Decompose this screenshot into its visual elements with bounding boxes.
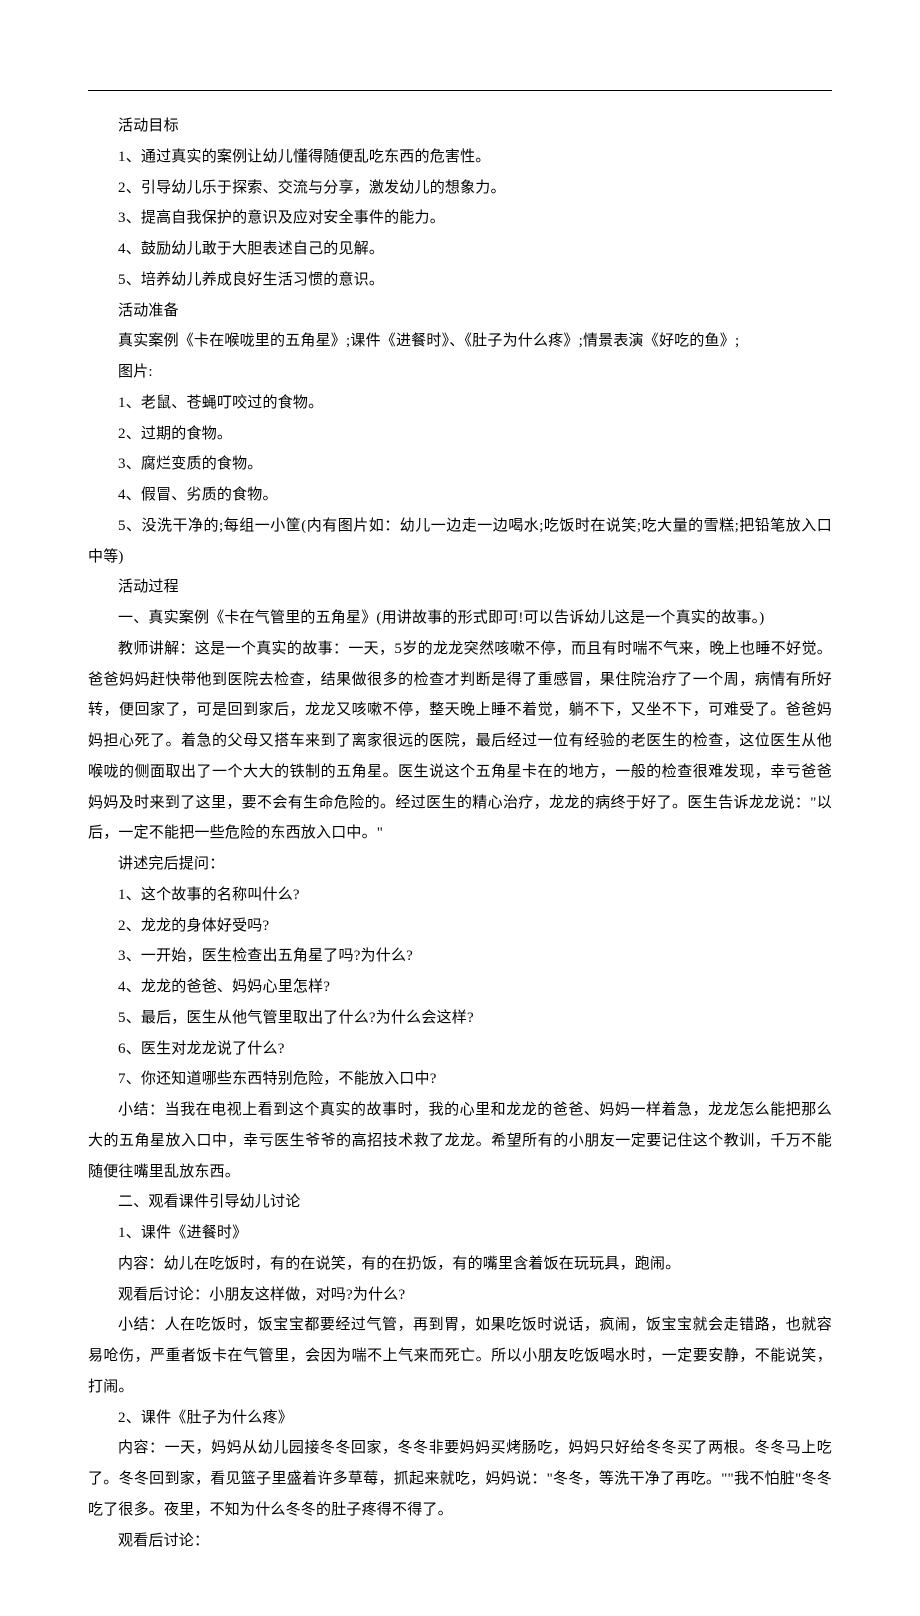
paragraph: 5、没洗干净的;每组一小筐(内有图片如：幼儿一边走一边喝水;吃饭时在说笑;吃大量… <box>88 511 832 573</box>
paragraph: 1、老鼠、苍蝇叮咬过的食物。 <box>88 388 832 419</box>
paragraph: 图片: <box>88 357 832 388</box>
paragraph: 真实案例《卡在喉咙里的五角星》;课件《进餐时》、《肚子为什么疼》;情景表演《好吃… <box>88 326 832 357</box>
paragraph: 1、课件《进餐时》 <box>88 1218 832 1249</box>
paragraph: 2、引导幼儿乐于探索、交流与分享，激发幼儿的想象力。 <box>88 173 832 204</box>
paragraph: 观看后讨论： <box>88 1526 832 1557</box>
paragraph: 4、假冒、劣质的食物。 <box>88 480 832 511</box>
paragraph: 讲述完后提问： <box>88 849 832 880</box>
paragraph: 7、你还知道哪些东西特别危险，不能放入口中? <box>88 1064 832 1095</box>
paragraph: 2、过期的食物。 <box>88 419 832 450</box>
paragraph: 一、真实案例《卡在气管里的五角星》(用讲故事的形式即可!可以告诉幼儿这是一个真实… <box>88 603 832 634</box>
paragraph: 活动准备 <box>88 296 832 327</box>
paragraph: 观看后讨论：小朋友这样做，对吗?为什么? <box>88 1280 832 1311</box>
paragraph: 活动过程 <box>88 572 832 603</box>
paragraph: 5、培养幼儿养成良好生活习惯的意识。 <box>88 265 832 296</box>
paragraph: 小结：当我在电视上看到这个真实的故事时，我的心里和龙龙的爸爸、妈妈一样着急，龙龙… <box>88 1095 832 1187</box>
paragraph: 内容：幼儿在吃饭时，有的在说笑，有的在扔饭，有的嘴里含着饭在玩玩具，跑闹。 <box>88 1249 832 1280</box>
paragraph: 2、龙龙的身体好受吗? <box>88 911 832 942</box>
top-divider <box>88 90 832 91</box>
paragraph: 5、最后，医生从他气管里取出了什么?为什么会这样? <box>88 1003 832 1034</box>
paragraph: 2、课件《肚子为什么疼》 <box>88 1403 832 1434</box>
paragraph: 内容：一天，妈妈从幼儿园接冬冬回家，冬冬非要妈妈买烤肠吃，妈妈只好给冬冬买了两根… <box>88 1433 832 1525</box>
paragraph: 活动目标 <box>88 111 832 142</box>
paragraph: 4、龙龙的爸爸、妈妈心里怎样? <box>88 972 832 1003</box>
paragraph: 二、观看课件引导幼儿讨论 <box>88 1187 832 1218</box>
paragraph: 教师讲解：这是一个真实的故事：一天，5岁的龙龙突然咳嗽不停，而且有时喘不气来，晚… <box>88 634 832 849</box>
paragraph: 3、腐烂变质的食物。 <box>88 449 832 480</box>
document-page: 活动目标1、通过真实的案例让幼儿懂得随便乱吃东西的危害性。2、引导幼儿乐于探索、… <box>0 0 920 1616</box>
paragraph: 3、提高自我保护的意识及应对安全事件的能力。 <box>88 203 832 234</box>
paragraph: 1、这个故事的名称叫什么? <box>88 880 832 911</box>
paragraph: 4、鼓励幼儿敢于大胆表述自己的见解。 <box>88 234 832 265</box>
paragraph: 6、医生对龙龙说了什么? <box>88 1034 832 1065</box>
document-body: 活动目标1、通过真实的案例让幼儿懂得随便乱吃东西的危害性。2、引导幼儿乐于探索、… <box>88 111 832 1556</box>
paragraph: 3、一开始，医生检查出五角星了吗?为什么? <box>88 941 832 972</box>
paragraph: 小结：人在吃饭时，饭宝宝都要经过气管，再到胃，如果吃饭时说话，疯闹，饭宝宝就会走… <box>88 1310 832 1402</box>
paragraph: 1、通过真实的案例让幼儿懂得随便乱吃东西的危害性。 <box>88 142 832 173</box>
